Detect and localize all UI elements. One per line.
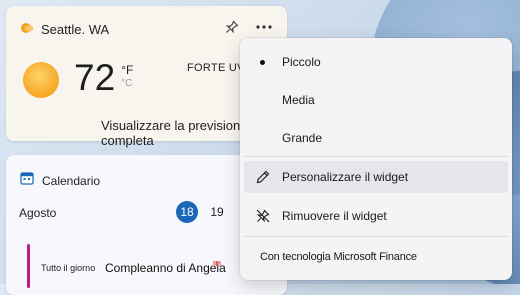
selected-bullet-icon [260,59,265,65]
menu-item-label: Piccolo [282,55,321,69]
pencil-icon [254,168,272,186]
menu-item-label: Personalizzare il widget [282,170,409,184]
calendar-icon [20,171,34,190]
weather-condition: FORTE UV [187,62,245,74]
menu-item-size-medium[interactable]: Media [240,84,512,116]
menu-item-label: Rimuovere il widget [282,209,387,223]
menu-item-size-large[interactable]: Grande [240,122,512,154]
pin-icon[interactable] [224,19,240,35]
menu-separator [244,156,508,157]
menu-item-label: Grande [282,131,323,145]
provider-credit: Con tecnologia Microsoft Finance [260,251,417,263]
calendar-month: Agosto [19,206,57,220]
menu-item-label: Media [282,93,315,107]
menu-item-customize[interactable]: Personalizzare il widget [244,161,508,193]
unit-fahrenheit[interactable]: °F [121,64,133,77]
unit-celsius[interactable]: °C [121,77,133,91]
menu-item-size-small[interactable]: Piccolo [240,46,512,78]
widget-context-menu: Piccolo Media Grande Personalizzare il w… [240,38,512,280]
temperature-value: 72 [74,57,116,98]
event-color-bar [27,244,30,288]
day-today[interactable]: 18 [176,201,198,223]
gift-icon [212,257,222,270]
weather-sun-icon [23,62,59,98]
calendar-title: Calendario [42,173,101,188]
weather-summary: 72 °F °C [23,58,133,98]
event-title[interactable]: Compleanno di Angela [105,261,226,275]
unpin-icon [254,207,272,225]
weather-location: Seattle. WA [41,22,110,37]
day-item[interactable]: 19 [206,201,228,223]
weather-header: Seattle. WA [20,20,109,39]
event-time: Tutto il giorno [41,263,96,273]
more-options-icon[interactable] [254,19,274,35]
weather-small-icon [20,20,34,39]
menu-separator [244,236,508,237]
calendar-header: Calendario [20,171,100,190]
menu-item-remove[interactable]: Rimuovere il widget [240,200,512,232]
